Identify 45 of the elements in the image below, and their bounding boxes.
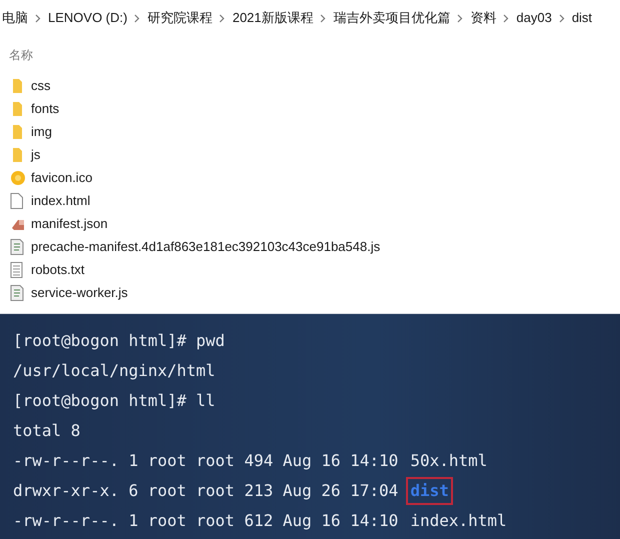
file-name[interactable]: img (31, 122, 52, 142)
chevron-icon (320, 14, 326, 22)
script-file-icon (10, 238, 24, 254)
file-name[interactable]: favicon.ico (31, 168, 92, 188)
file-name[interactable]: service-worker.js (31, 282, 128, 302)
folder-icon (10, 100, 24, 116)
breadcrumb-item[interactable]: dist (572, 8, 592, 28)
breadcrumb-item[interactable]: 电脑 (2, 8, 28, 28)
file-name[interactable]: css (31, 76, 50, 96)
breadcrumb-item[interactable]: 2021新版课程 (232, 8, 314, 28)
file-name[interactable]: index.html (31, 190, 90, 210)
file-name[interactable]: precache-manifest.4d1af863e181ec392103c43ce91ba548.js (31, 236, 380, 256)
file-name[interactable]: robots.txt (31, 260, 84, 280)
chevron-icon (558, 14, 565, 22)
document-icon (10, 192, 23, 208)
listing-name: index.html (409, 510, 508, 532)
file-name[interactable]: fonts (31, 98, 60, 118)
listing-name: dist (408, 479, 451, 503)
terminal-line: [root@bogon html]# pwd (13, 330, 225, 352)
breadcrumb-item[interactable]: 资料 (470, 8, 496, 28)
file-name[interactable]: js (31, 144, 40, 164)
terminal-line: -rw-r--r--. 1 root root 494 Aug 16 14:10 (13, 450, 398, 472)
breadcrumb-item[interactable]: 研究院课程 (147, 8, 212, 28)
terminal-line: [root@bogon html]# ll (13, 390, 216, 412)
column-header[interactable]: 名称 (9, 46, 33, 64)
terminal-line: /usr/local/nginx/html (13, 360, 216, 382)
script-file-icon (10, 284, 24, 300)
listing-name: 50x.html (409, 450, 488, 472)
text-file-icon (10, 262, 23, 278)
terminal-line: drwxr-xr-x. 6 root root 213 Aug 26 17:04 (13, 480, 398, 502)
breadcrumb-item[interactable]: LENOVO (D:) (48, 8, 128, 28)
breadcrumb-item[interactable]: 瑞吉外卖项目优化篇 (333, 8, 450, 28)
chevron-icon (457, 14, 464, 22)
terminal-line: total 8 (13, 420, 80, 442)
folder-icon (10, 124, 24, 140)
folder-icon (10, 146, 24, 162)
image-file-icon (10, 170, 26, 186)
chevron-icon (134, 14, 140, 22)
breadcrumb-item[interactable]: day03 (516, 8, 552, 28)
chevron-icon (219, 14, 226, 22)
file-name[interactable]: manifest.json (31, 214, 108, 234)
chevron-icon (503, 14, 510, 22)
chevron-icon (35, 14, 41, 22)
terminal-line: -rw-r--r--. 1 root root 612 Aug 16 14:10 (13, 510, 398, 532)
folder-icon (10, 78, 24, 94)
